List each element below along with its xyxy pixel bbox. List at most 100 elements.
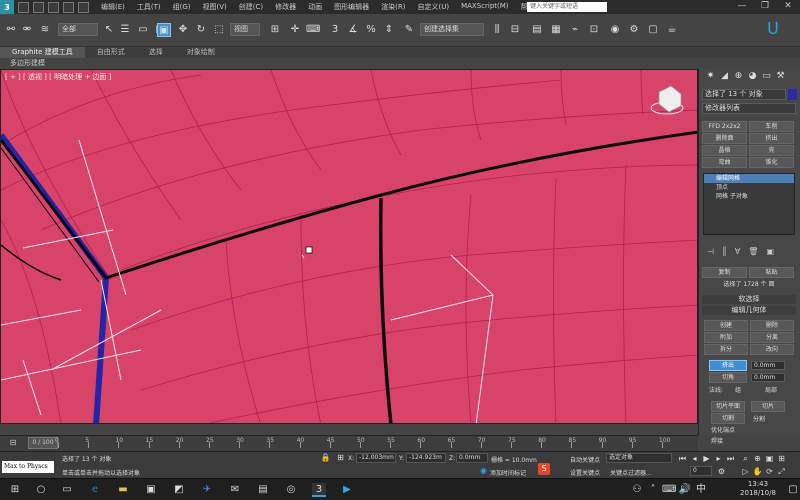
selection-filter-select[interactable]: 全部 <box>58 23 98 36</box>
pivot-center-icon[interactable]: ⊞ <box>268 23 282 37</box>
utilities-tab-icon[interactable]: ⚒ <box>775 71 786 82</box>
divide-button[interactable]: 拆分 <box>704 344 748 355</box>
max-logo-icon[interactable]: 3 <box>0 0 14 14</box>
hierarchy-tab-icon[interactable]: ⊕ <box>733 71 744 82</box>
menu-edit[interactable]: 编辑(E) <box>95 2 131 12</box>
taskbar-clock[interactable]: 13:43 2018/10/8 <box>734 480 782 498</box>
snap-toggle-icon[interactable]: 3 <box>328 23 342 37</box>
render-setup-icon[interactable]: ⚙ <box>627 23 641 37</box>
time-tag-icon[interactable]: ◉ <box>478 465 489 476</box>
turn-button[interactable]: 改向 <box>750 344 794 355</box>
minimize-button[interactable]: — <box>730 0 754 14</box>
schematic-view-icon[interactable]: ⊡ <box>587 23 601 37</box>
reference-coord-select[interactable]: 视图 <box>230 23 260 36</box>
create-button[interactable]: 创建 <box>704 320 748 331</box>
stack-item-mesh[interactable]: 网格 子对象 <box>704 192 794 201</box>
3dsmax-taskbar-icon[interactable]: 3 <box>312 483 326 497</box>
soft-selection-rollout[interactable]: 软选择 <box>702 295 796 304</box>
material-editor-icon[interactable]: ◉ <box>608 23 622 37</box>
mirror-icon[interactable]: ⫼ <box>490 23 504 37</box>
mini-curve-editor-icon[interactable]: ⊟ <box>4 437 22 449</box>
taskbar-app-icon[interactable]: ◩ <box>172 483 186 497</box>
menu-rendering[interactable]: 渲染(R) <box>375 2 411 12</box>
scale-icon[interactable]: ⬚ <box>212 23 226 37</box>
bind-space-warp-icon[interactable]: ≋ <box>38 23 52 37</box>
rendered-frame-icon[interactable]: ▢ <box>646 23 660 37</box>
object-name-field[interactable]: 选择了 13 个 对象 <box>702 89 786 100</box>
help-search-input[interactable]: 键入关键字或短语 <box>527 2 607 12</box>
remove-modifier-icon[interactable]: 🗑 <box>748 247 758 257</box>
open-file-icon[interactable] <box>33 1 44 13</box>
windows-logo-icon[interactable]: ⊞ <box>8 483 22 497</box>
modifier-list-select[interactable]: 修改器列表 <box>702 103 796 114</box>
show-hidden-icons[interactable]: ˄ <box>646 483 660 497</box>
redo-icon[interactable] <box>78 1 89 13</box>
graphite-toggle-icon[interactable]: ▦ <box>549 23 563 37</box>
close-button[interactable]: ✕ <box>776 0 800 14</box>
object-color-swatch[interactable] <box>788 89 797 100</box>
mail-icon[interactable]: ✉ <box>228 483 242 497</box>
ffd-button[interactable]: FFD 2x2x2 <box>702 121 747 132</box>
motion-tab-icon[interactable]: ◕ <box>747 71 758 82</box>
menu-maxscript[interactable]: MAXScript(M) <box>455 2 514 12</box>
paste-button[interactable]: 粘贴 <box>749 267 794 278</box>
select-and-manipulate-icon[interactable]: ✛ <box>288 23 302 37</box>
notification-icon[interactable]: ▢ <box>786 483 800 497</box>
normal-local-radio[interactable]: 局部 <box>765 385 777 394</box>
extrude-amount-field[interactable]: 0.0mm <box>751 361 785 370</box>
field-of-view-icon[interactable]: ▷ <box>740 466 751 477</box>
recorder-icon[interactable]: ▶ <box>340 483 354 497</box>
zoom-icon[interactable]: ⌕ <box>740 453 751 464</box>
tab-selection[interactable]: 选择 <box>137 47 175 58</box>
taper-button[interactable]: 锥化 <box>749 157 794 168</box>
delete-mesh-button[interactable]: 删除面 <box>702 133 747 144</box>
orbit-icon[interactable]: ⟳ <box>764 466 775 477</box>
keyboard-shortcut-icon[interactable]: ⌨ <box>306 23 320 37</box>
zoom-extents-all-icon[interactable]: ⊞ <box>776 453 787 464</box>
file-explorer-icon[interactable]: ▬ <box>116 483 130 497</box>
chamfer-amount-field[interactable]: 0.0mm <box>751 373 785 382</box>
link-icon[interactable]: ⚯ <box>4 23 18 37</box>
refine-ends-checkbox[interactable]: 优化端点 <box>711 425 735 434</box>
layer-manager-icon[interactable]: ▤ <box>530 23 544 37</box>
maxscript-listener-field[interactable]: Max to Physcs <box>2 461 54 473</box>
lock-selection-icon[interactable]: 🔒 <box>320 452 331 463</box>
time-config-icon[interactable]: ⚙ <box>716 466 727 477</box>
menu-group[interactable]: 组(G) <box>167 2 197 12</box>
stack-item-vertex[interactable]: 顶点 <box>704 183 794 192</box>
tab-object-paint[interactable]: 对象绘制 <box>175 47 227 58</box>
lathe-button[interactable]: 车削 <box>749 121 794 132</box>
bend-button[interactable]: 弯曲 <box>702 157 747 168</box>
menu-modifiers[interactable]: 修改器 <box>269 2 302 12</box>
split-checkbox[interactable]: 分割 <box>753 414 765 423</box>
shell-button[interactable]: 壳 <box>749 145 794 156</box>
play-icon[interactable]: ▶ <box>701 453 712 464</box>
extrude-modifier-button[interactable]: 挤出 <box>749 133 794 144</box>
select-region-button[interactable]: ▣ <box>157 23 171 37</box>
stack-item-edit-mesh[interactable]: 编辑网格 <box>704 174 794 183</box>
tab-freeform[interactable]: 自由形式 <box>85 47 137 58</box>
zoom-all-icon[interactable]: ⊕ <box>752 453 763 464</box>
menu-customize[interactable]: 自定义(U) <box>411 2 455 12</box>
configure-sets-icon[interactable]: ▣ <box>766 247 774 257</box>
time-slider[interactable]: 0 / 100 <box>28 437 58 449</box>
time-ruler[interactable]: 0 5 10 15 20 25 30 35 40 45 50 55 60 65 70 75 80 85 90 95 10… <box>55 437 670 449</box>
show-end-result-icon[interactable]: ║ <box>722 247 727 257</box>
selected-object-select[interactable]: 选定对象 <box>606 453 672 463</box>
input-method-tray-icon[interactable]: 中 <box>694 483 708 497</box>
add-time-tag-button[interactable]: 添加时间标记 <box>490 468 526 477</box>
slice-button[interactable]: 切片 <box>751 401 785 412</box>
modifier-stack[interactable]: 编辑网格 顶点 网格 子对象 <box>703 173 795 235</box>
detach-button[interactable]: 分离 <box>750 332 794 343</box>
x-coord-field[interactable]: -12.003mm <box>356 453 396 463</box>
copy-button[interactable]: 复制 <box>702 267 747 278</box>
unlink-icon[interactable]: ⚮ <box>20 23 34 37</box>
absolute-mode-icon[interactable]: ⊞ <box>335 452 346 463</box>
ime-sogou-icon[interactable]: S <box>538 463 550 475</box>
maximize-button[interactable]: ❐ <box>753 0 777 14</box>
align-icon[interactable]: ⊟ <box>508 23 522 37</box>
menu-animation[interactable]: 动画 <box>302 2 328 12</box>
viewport-label[interactable]: [ + ] [ 透视 ] [ 明暗处理 + 边面 ] <box>5 72 111 82</box>
tab-graphite[interactable]: Graphite 建模工具 <box>0 47 85 58</box>
zoom-extents-icon[interactable]: ▣ <box>764 453 775 464</box>
